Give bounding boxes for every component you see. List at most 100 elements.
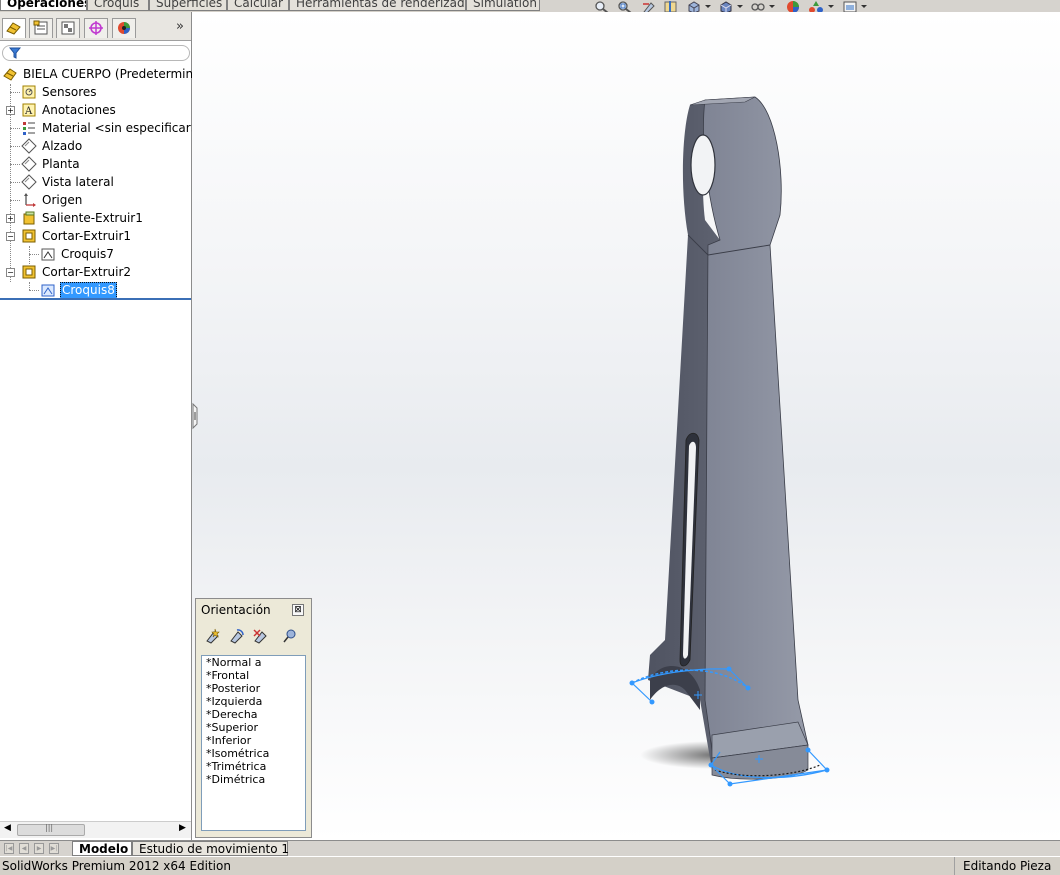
view-derecha[interactable]: *Derecha xyxy=(202,708,305,721)
tree-item-label-selected: Croquis8 xyxy=(60,282,117,299)
material-icon xyxy=(23,122,35,135)
orientation-view-list: *Normal a *Frontal *Posterior *Izquierda… xyxy=(201,655,306,831)
orientation-title: Orientación xyxy=(201,603,271,617)
chevron-down-icon[interactable] xyxy=(828,5,834,8)
chevron-down-icon[interactable] xyxy=(861,5,867,8)
close-icon[interactable]: ⊠ xyxy=(292,604,304,616)
orientation-dialog: Orientación ⊠ *Normal a *Frontal *Poster… xyxy=(195,598,312,838)
sketch-icon xyxy=(41,248,55,261)
tree-item-label: Saliente-Extruir1 xyxy=(42,211,143,225)
last-tab-icon[interactable]: ▶| xyxy=(49,843,59,854)
reset-view-icon[interactable] xyxy=(252,627,270,645)
rod-front-face xyxy=(703,96,809,751)
status-bar: SolidWorks Premium 2012 x64 Edition Edit… xyxy=(0,856,1060,875)
extrude-cut-icon xyxy=(22,229,36,243)
view-trimetrica[interactable]: *Trimétrica xyxy=(202,760,305,773)
tree-item-label: Vista lateral xyxy=(42,175,114,189)
tab-modelo[interactable]: Modelo xyxy=(72,841,132,856)
origin-icon xyxy=(24,193,36,207)
next-tab-icon[interactable]: ▶ xyxy=(34,843,44,854)
tree-item-label: Planta xyxy=(42,157,80,171)
chevron-down-icon[interactable] xyxy=(769,5,775,8)
expand-toggle[interactable]: + xyxy=(6,106,15,115)
tree-connector xyxy=(10,128,20,129)
update-view-icon[interactable] xyxy=(228,627,246,645)
tree-connector xyxy=(10,146,20,147)
tree-horizontal-scrollbar[interactable]: ◀ ||| ▶ xyxy=(0,821,191,838)
status-product: SolidWorks Premium 2012 x64 Edition xyxy=(2,859,231,873)
propertymanager-icon xyxy=(33,20,48,35)
tree-item-label: Origen xyxy=(42,193,83,207)
graphics-viewport[interactable] xyxy=(192,12,1060,840)
tab-simulation[interactable]: Simulation xyxy=(466,0,540,11)
scroll-left-icon[interactable]: ◀ xyxy=(4,823,11,833)
tree-connector xyxy=(29,282,30,290)
orientation-toolbar xyxy=(200,625,307,649)
rod-eye-hole xyxy=(690,134,716,196)
new-view-icon[interactable] xyxy=(204,627,222,645)
scrollbar-thumb[interactable]: ||| xyxy=(17,823,85,836)
tree-item-label: Sensores xyxy=(42,85,97,99)
tree-item-label: Cortar-Extruir1 xyxy=(42,229,132,243)
tree-connector xyxy=(10,182,20,183)
tree-root-label: BIELA CUERPO (Predeterminado xyxy=(23,67,216,81)
dimxpertmanager-tab[interactable] xyxy=(84,18,108,38)
configurationmanager-tab[interactable] xyxy=(56,18,80,38)
connecting-rod-model[interactable] xyxy=(192,12,1060,840)
sketch-icon xyxy=(41,284,55,297)
collapse-toggle[interactable]: − xyxy=(6,268,15,277)
tree-item-label: Alzado xyxy=(42,139,83,153)
expand-toggle[interactable]: + xyxy=(6,214,15,223)
view-inferior[interactable]: *Inferior xyxy=(202,734,305,747)
pin-icon[interactable] xyxy=(281,627,299,645)
prev-tab-icon[interactable]: ◀ xyxy=(19,843,29,854)
tab-estudio-movimiento[interactable]: Estudio de movimiento 1 xyxy=(132,841,289,856)
displaymanager-tab[interactable] xyxy=(112,18,136,38)
configurationmanager-icon xyxy=(61,21,75,35)
propertymanager-tab[interactable] xyxy=(29,18,53,38)
tree-connector xyxy=(10,92,20,93)
featuremanager-panel: » BIELA CUERPO (Predeterminado Sensores … xyxy=(0,12,215,840)
panel-splitter-handle[interactable] xyxy=(191,402,199,430)
filter-icon xyxy=(9,47,21,59)
chevron-down-icon[interactable] xyxy=(705,5,711,8)
tree-item-label: Anotaciones xyxy=(42,103,116,117)
plane-icon xyxy=(21,174,37,190)
dimxpertmanager-icon xyxy=(89,21,103,35)
tree-filter-input[interactable] xyxy=(2,45,190,61)
view-posterior[interactable]: *Posterior xyxy=(202,682,305,695)
tab-operaciones[interactable]: Operaciones xyxy=(0,0,87,11)
extrude-boss-icon xyxy=(23,211,35,225)
sensors-icon xyxy=(22,85,36,99)
scroll-right-icon[interactable]: ▶ xyxy=(179,823,186,833)
view-dimetrica[interactable]: *Dimétrica xyxy=(202,773,305,786)
rollback-bar[interactable] xyxy=(0,298,191,300)
tree-connector xyxy=(10,200,20,201)
extrude-cut-icon xyxy=(22,265,36,279)
part-icon xyxy=(3,68,17,81)
tab-calcular[interactable]: Calcular xyxy=(227,0,289,11)
collapse-toggle[interactable]: − xyxy=(6,232,15,241)
annotations-icon: A xyxy=(22,103,36,117)
view-izquierda[interactable]: *Izquierda xyxy=(202,695,305,708)
plane-icon xyxy=(21,138,37,154)
view-superior[interactable]: *Superior xyxy=(202,721,305,734)
plane-icon xyxy=(21,156,37,172)
model-motion-tabs: |◀ ◀ ▶ ▶| Modelo Estudio de movimiento 1 xyxy=(0,840,1060,857)
view-normal-a[interactable]: *Normal a xyxy=(202,656,305,669)
featuremanager-tab[interactable] xyxy=(2,18,26,38)
chevron-down-icon[interactable] xyxy=(737,5,743,8)
tree-item-label: Croquis7 xyxy=(61,247,114,261)
view-isometrica[interactable]: *Isométrica xyxy=(202,747,305,760)
tree-item-label: Cortar-Extruir2 xyxy=(42,265,132,279)
tree-connector xyxy=(29,254,39,255)
featuremanager-icon xyxy=(6,22,21,35)
tab-herramientas-renderizado[interactable]: Herramientas de renderizado xyxy=(289,0,466,11)
view-frontal[interactable]: *Frontal xyxy=(202,669,305,682)
tab-superficies[interactable]: Superficies xyxy=(149,0,227,11)
tab-croquis[interactable]: Croquis xyxy=(87,0,149,11)
status-mode: Editando Pieza xyxy=(954,857,1060,875)
first-tab-icon[interactable]: |◀ xyxy=(4,843,14,854)
expand-panel-icon[interactable]: » xyxy=(176,19,184,34)
tree-connector xyxy=(29,290,39,291)
